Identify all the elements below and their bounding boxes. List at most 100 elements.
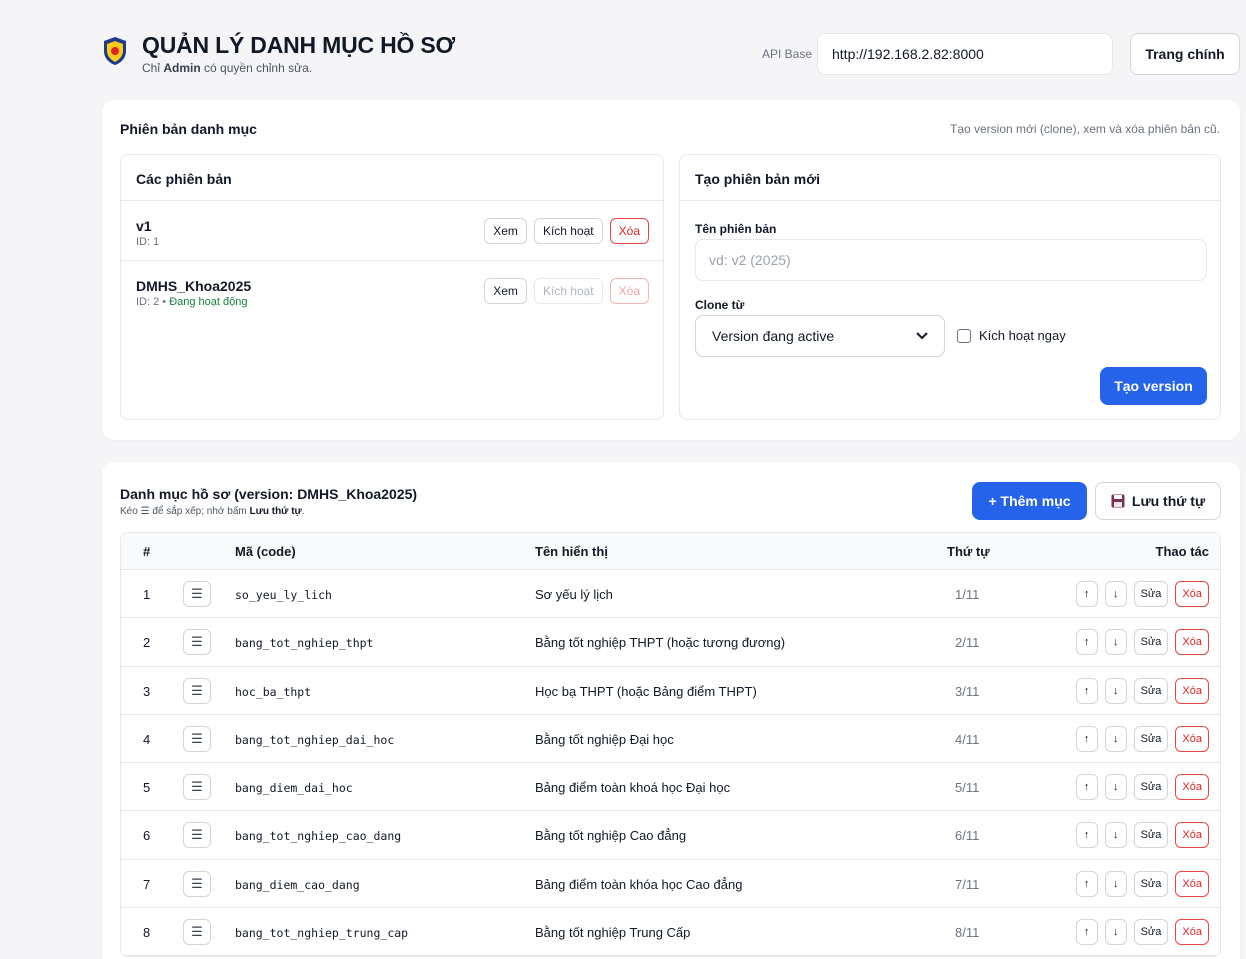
row-display-name: Bằng tốt nghiệp Đại học — [535, 731, 674, 747]
move-down-button[interactable]: ↓ — [1104, 629, 1127, 656]
move-down-button[interactable]: ↓ — [1104, 919, 1127, 946]
activate-now-checkbox[interactable]: Kích hoạt ngay — [957, 328, 1066, 343]
edit-row-button[interactable]: Sửa — [1133, 581, 1169, 607]
move-down-button[interactable]: ↓ — [1104, 774, 1127, 801]
drag-handle-icon[interactable]: ☰ — [183, 725, 211, 752]
row-display-name: Học bạ THPT (hoặc Bảng điểm THPT) — [535, 683, 757, 699]
home-button[interactable]: Trang chính — [1130, 33, 1240, 75]
row-code: bang_tot_nghiep_dai_hoc — [235, 732, 395, 747]
move-down-button[interactable]: ↓ — [1104, 581, 1127, 607]
row-order: 3/11 — [955, 683, 980, 699]
drag-handle-icon[interactable]: ☰ — [183, 629, 211, 656]
delete-version-button[interactable]: Xóa — [609, 278, 649, 304]
drag-handle-icon[interactable]: ☰ — [183, 774, 211, 801]
edit-row-button[interactable]: Sửa — [1133, 774, 1169, 801]
drag-handle-icon[interactable]: ☰ — [183, 581, 211, 607]
clone-from-select[interactable]: Version đang active — [695, 315, 945, 357]
document-table: # Mã (code) Tên hiển thị Thứ tự Thao tác… — [120, 532, 1221, 958]
row-number: 1 — [143, 587, 151, 602]
chevron-down-icon — [916, 332, 928, 340]
row-display-name: Bằng tốt nghiệp THPT (hoặc tương đương) — [535, 635, 786, 651]
move-up-button[interactable]: ↑ — [1075, 629, 1098, 656]
edit-row-button[interactable]: Sửa — [1133, 725, 1169, 752]
move-up-button[interactable]: ↑ — [1075, 919, 1098, 946]
row-order: 4/11 — [955, 731, 980, 747]
version-meta: ID: 2 • Đang hoạt động — [136, 296, 248, 308]
edit-row-button[interactable]: Sửa — [1133, 629, 1169, 656]
table-row: 6 ☰ bang_tot_nghiep_cao_dang Bằng tốt nghiệ… — [121, 811, 1220, 860]
move-down-button[interactable]: ↓ — [1104, 822, 1127, 849]
version-name: DMHS_Khoa2025 — [136, 278, 252, 294]
versions-card-title: Phiên bản danh mục — [120, 121, 257, 137]
drag-handle-icon[interactable]: ☰ — [183, 677, 211, 704]
row-code: bang_tot_nghiep_thpt — [235, 636, 374, 651]
add-item-button[interactable]: + Thêm mục — [972, 482, 1087, 520]
delete-row-button[interactable]: Xóa — [1175, 822, 1209, 849]
table-row: 3 ☰ hoc_ba_thpt Học bạ THPT (hoặc Bảng điểm… — [121, 666, 1220, 715]
create-version-button[interactable]: Tạo version — [1100, 367, 1207, 405]
row-display-name: Bằng tốt nghiệp Trung Cấp — [535, 925, 691, 941]
api-base-label: API Base — [762, 47, 813, 61]
top-bar: QUẢN LÝ DANH MỤC HỒ SƠ Chỉ Admin có quyề… — [102, 30, 1242, 80]
delete-row-button[interactable]: Xóa — [1175, 677, 1209, 704]
drag-handle-icon[interactable]: ☰ — [183, 870, 211, 897]
delete-row-button[interactable]: Xóa — [1175, 629, 1209, 656]
create-version-panel: Tạo phiên bản mới Tên phiên bản vd: v2 (… — [679, 154, 1221, 420]
move-up-button[interactable]: ↑ — [1075, 774, 1098, 801]
column-name: Tên hiển thị — [535, 544, 608, 559]
drag-handle-icon[interactable]: ☰ — [183, 822, 211, 849]
move-up-button[interactable]: ↑ — [1075, 677, 1098, 704]
table-row: 7 ☰ bang_diem_cao_dang Bảng điểm toàn khóa … — [121, 859, 1220, 909]
column-order: Thứ tự — [947, 544, 990, 559]
view-version-button[interactable]: Xem — [484, 218, 527, 244]
view-version-button[interactable]: Xem — [484, 278, 527, 304]
edit-row-button[interactable]: Sửa — [1133, 919, 1169, 946]
activate-version-button[interactable]: Kích hoạt — [533, 218, 603, 244]
version-name: v1 — [136, 218, 152, 234]
delete-row-button[interactable]: Xóa — [1175, 870, 1209, 897]
delete-version-button[interactable]: Xóa — [609, 218, 649, 244]
api-base-input[interactable]: http://192.168.2.82:8000 — [817, 33, 1113, 75]
row-order: 6/11 — [955, 828, 980, 844]
drag-handle-icon[interactable]: ☰ — [183, 919, 211, 946]
delete-row-button[interactable]: Xóa — [1175, 774, 1209, 801]
move-up-button[interactable]: ↑ — [1075, 870, 1098, 897]
row-display-name: Bảng điểm toàn khoá học Đại học — [535, 780, 731, 796]
shield-logo-icon — [104, 37, 126, 65]
column-code: Mã (code) — [235, 544, 296, 559]
row-order: 5/11 — [955, 780, 980, 796]
row-number: 4 — [143, 731, 151, 747]
table-row: 5 ☰ bang_diem_dai_hoc Bảng điểm toàn khoá h… — [121, 763, 1220, 812]
row-code: bang_diem_cao_dang — [235, 877, 360, 892]
row-code: bang_diem_dai_hoc — [235, 781, 353, 796]
version-list-panel: Các phiên bản v1 ID: 1 Xem Kích hoạt Xóa… — [120, 154, 664, 420]
edit-row-button[interactable]: Sửa — [1133, 822, 1169, 849]
move-up-button[interactable]: ↑ — [1075, 581, 1098, 607]
delete-row-button[interactable]: Xóa — [1175, 581, 1209, 607]
edit-row-button[interactable]: Sửa — [1133, 870, 1169, 897]
save-order-button[interactable]: Lưu thứ tự — [1095, 482, 1221, 520]
row-code: so_yeu_ly_lich — [235, 588, 332, 602]
move-down-button[interactable]: ↓ — [1104, 870, 1127, 897]
version-item: DMHS_Khoa2025 ID: 2 • Đang hoạt động Xem… — [121, 261, 663, 321]
delete-row-button[interactable]: Xóa — [1175, 725, 1209, 752]
move-up-button[interactable]: ↑ — [1075, 822, 1098, 849]
move-down-button[interactable]: ↓ — [1104, 677, 1127, 704]
active-status: Đang hoạt động — [169, 296, 248, 308]
delete-row-button[interactable]: Xóa — [1175, 919, 1209, 946]
move-up-button[interactable]: ↑ — [1075, 725, 1098, 752]
version-meta: ID: 1 — [136, 236, 160, 248]
activate-version-button[interactable]: Kích hoạt — [533, 278, 603, 304]
row-order: 1/11 — [955, 587, 980, 602]
edit-row-button[interactable]: Sửa — [1133, 677, 1169, 704]
row-code: hoc_ba_thpt — [235, 684, 312, 699]
page-title: QUẢN LÝ DANH MỤC HỒ SƠ — [142, 32, 455, 58]
version-item: v1 ID: 1 Xem Kích hoạt Xóa — [121, 201, 663, 261]
table-header: # Mã (code) Tên hiển thị Thứ tự Thao tác — [121, 533, 1220, 570]
checkbox-box[interactable] — [957, 328, 971, 343]
table-row: 1 ☰ so_yeu_ly_lich Sơ yếu lý lịch 1/11 ↑ ↓ Sửa X… — [121, 570, 1220, 619]
version-name-input[interactable]: vd: v2 (2025) — [695, 239, 1207, 281]
move-down-button[interactable]: ↓ — [1104, 725, 1127, 752]
row-code: bang_tot_nghiep_trung_cap — [235, 926, 409, 941]
table-row: 4 ☰ bang_tot_nghiep_dai_hoc Bằng tốt nghiệp… — [121, 714, 1220, 764]
